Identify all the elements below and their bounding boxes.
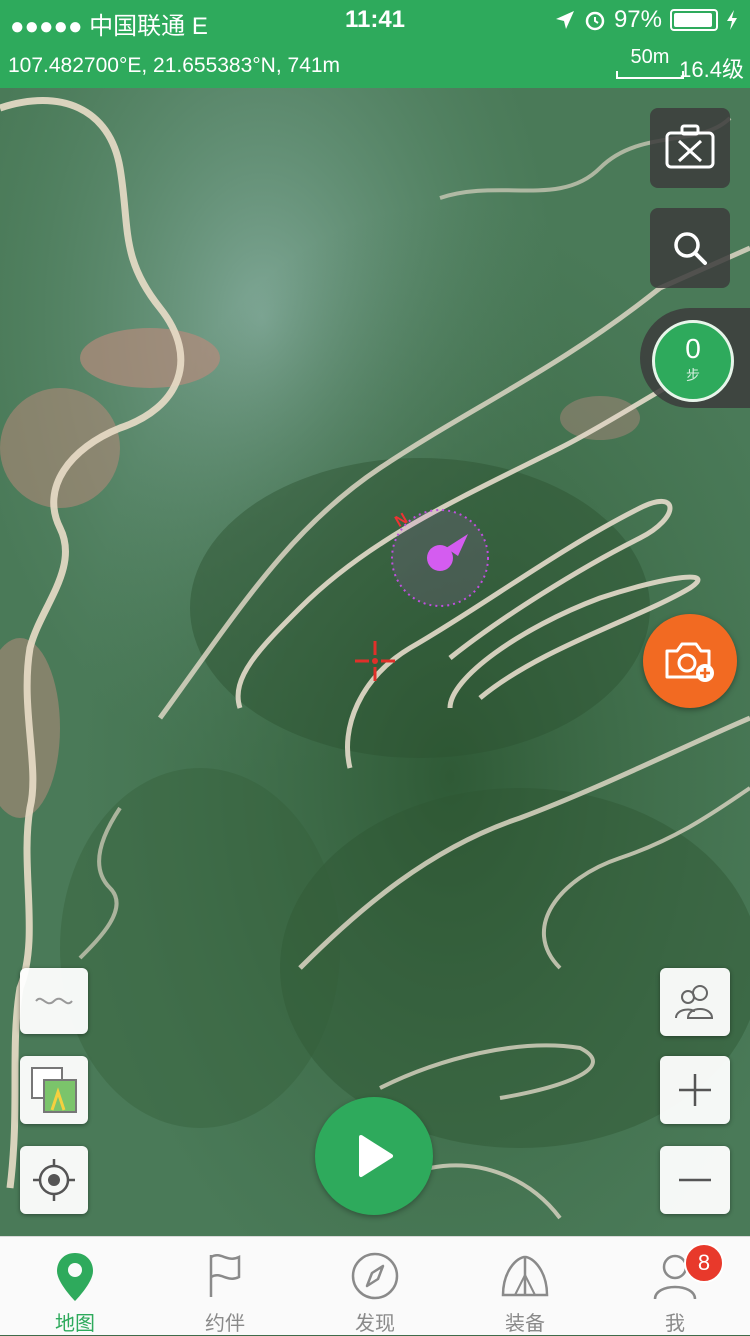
status-right: 97% — [554, 6, 738, 34]
notification-badge: 8 — [684, 1243, 724, 1283]
status-bar: ●●●●● 中国联通 E 11:41 97% — [0, 0, 750, 40]
wave-line-icon — [35, 997, 73, 1005]
camera-add-icon — [665, 642, 714, 682]
compass-icon — [351, 1252, 399, 1300]
track-line-button[interactable] — [20, 968, 88, 1034]
play-icon — [359, 1135, 393, 1177]
coordinate-bar: 107.482700°E, 21.655383°N, 741m 50m 16.4… — [0, 40, 750, 88]
companions-button[interactable] — [660, 968, 730, 1036]
scale-label: 50m — [630, 46, 670, 68]
zoom-in-button[interactable] — [660, 1056, 730, 1124]
coordinate-readout: 107.482700°E, 21.655383°N, 741m — [8, 54, 341, 77]
map-layers-icon — [31, 1067, 77, 1113]
tab-label: 我 — [665, 1313, 685, 1335]
bottom-tab-bar: 地图 约伴 发现 装备 8 我 — [0, 1236, 750, 1335]
tab-gear[interactable]: 装备 — [450, 1237, 600, 1335]
location-marker: N — [388, 506, 492, 610]
start-track-button[interactable] — [315, 1097, 433, 1215]
map-scale: 50m — [616, 46, 684, 79]
tab-label: 发现 — [355, 1313, 395, 1335]
tab-discover[interactable]: 发现 — [300, 1237, 450, 1335]
search-icon — [674, 232, 707, 265]
battery-icon — [670, 9, 718, 31]
alarm-icon — [585, 11, 605, 31]
tab-map[interactable]: 地图 — [0, 1237, 150, 1335]
locate-target-icon — [33, 1159, 75, 1201]
satellite-map[interactable]: N 0 步 — [0, 88, 750, 1236]
flag-icon — [209, 1254, 241, 1297]
map-pin-icon — [57, 1253, 93, 1301]
step-counter[interactable]: 0 步 — [640, 308, 750, 408]
tab-label: 装备 — [505, 1313, 545, 1335]
tab-label: 约伴 — [205, 1313, 245, 1335]
zoom-level: 16.4级 — [679, 57, 744, 82]
locate-me-button[interactable] — [20, 1146, 88, 1214]
step-count: 0 — [685, 333, 701, 364]
crosshair-icon — [355, 641, 395, 681]
tab-label: 地图 — [55, 1313, 95, 1335]
plus-icon — [679, 1074, 711, 1106]
scale-bar — [616, 71, 684, 79]
minus-icon — [679, 1178, 711, 1182]
toolbox-button[interactable] — [650, 108, 730, 188]
location-arrow-icon — [555, 11, 574, 29]
zoom-out-button[interactable] — [660, 1146, 730, 1214]
tent-icon — [501, 1255, 549, 1297]
tab-me[interactable]: 8 我 — [600, 1237, 750, 1335]
step-circle: 0 步 — [652, 320, 734, 402]
people-icon — [675, 985, 714, 1019]
toolbox-icon — [665, 124, 715, 169]
step-unit: 步 — [686, 367, 700, 383]
camera-add-button[interactable] — [643, 614, 737, 708]
charging-icon — [727, 10, 737, 30]
tab-companions[interactable]: 约伴 — [150, 1237, 300, 1335]
search-button[interactable] — [650, 208, 730, 288]
battery-percent: 97% — [613, 6, 662, 33]
map-layers-button[interactable] — [20, 1056, 88, 1124]
